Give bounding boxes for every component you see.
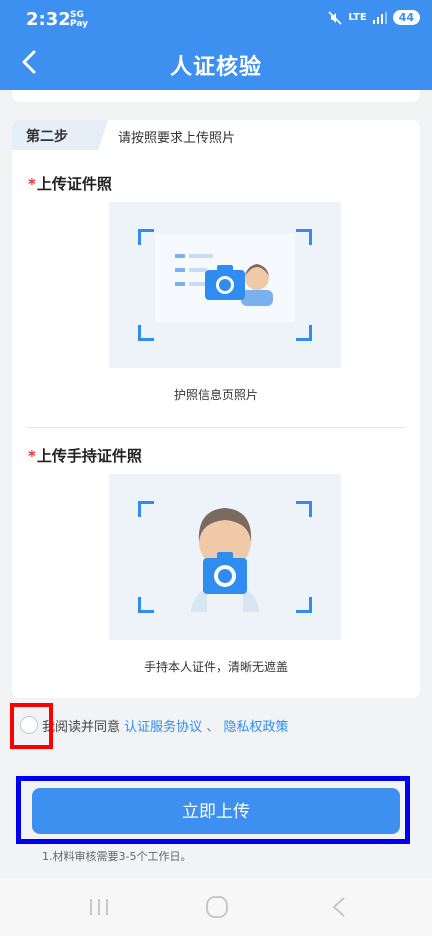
handheld-photo-upload[interactable] (109, 474, 341, 640)
lte-label: LTE (348, 12, 367, 23)
person-camera-illustration (191, 508, 259, 612)
required-mark: * (28, 447, 36, 465)
status-right: LTE 44 (328, 10, 420, 25)
highlight-red-box (10, 703, 53, 749)
frame-corner (296, 501, 312, 517)
battery-indicator: 44 (392, 10, 420, 25)
signal-icon (372, 11, 387, 24)
frame-corner (296, 597, 312, 613)
frame-corner (138, 325, 154, 341)
id-card-camera-illustration (155, 234, 295, 322)
id-photo-caption: 护照信息页照片 (173, 388, 258, 402)
handheld-photo-label-text: 上传手持证件照 (36, 447, 142, 465)
frame-corner (296, 229, 312, 245)
app-bar: 人证核验 (0, 36, 432, 90)
frame-corner (138, 597, 154, 613)
handheld-photo-label: *上传手持证件照 (28, 445, 142, 466)
status-badge-bottom: Pay (70, 19, 89, 29)
handheld-photo-caption: 手持本人证件，清晰无遮盖 (143, 660, 288, 674)
status-time: 2:32 (26, 9, 71, 30)
mute-icon (328, 10, 342, 25)
frame-corner (138, 229, 154, 245)
status-bar: 2:32 SG Pay LTE 44 (0, 0, 432, 36)
page-title: 人证核验 (169, 55, 262, 80)
agreement-separator: 、 (206, 720, 220, 735)
privacy-policy-link[interactable]: 隐私权政策 (223, 720, 288, 735)
service-agreement-link[interactable]: 认证服务协议 (124, 720, 202, 735)
status-network-badge: SG Pay (70, 11, 88, 29)
agreement-row: 我阅读并同意 认证服务协议 、 隐私权政策 (12, 708, 420, 742)
agreement-text: 我阅读并同意 认证服务协议 、 隐私权政策 (42, 716, 288, 735)
review-note: 1.材料审核需要3-5个工作日。 (42, 850, 192, 863)
system-nav-bar (0, 878, 432, 936)
frame-corner (296, 325, 312, 341)
back-nav-icon[interactable] (324, 896, 354, 918)
recent-apps-icon[interactable] (84, 896, 114, 918)
upload-card: 第二步 请按照要求上传照片 *上传证件照 护照信息页照片 *上传手持证件照 手持… (12, 120, 420, 698)
frame-corner (138, 501, 154, 517)
home-icon[interactable] (202, 896, 232, 918)
id-photo-label-text: 上传证件照 (36, 175, 112, 193)
id-photo-upload[interactable] (109, 202, 341, 368)
agreement-prefix: 我阅读并同意 (42, 720, 121, 735)
previous-card-bottom (12, 90, 420, 102)
id-photo-label: *上传证件照 (28, 173, 112, 194)
step-tag: 第二步 (12, 120, 108, 150)
required-mark: * (28, 175, 36, 193)
upload-now-button[interactable]: 立即上传 (32, 788, 400, 834)
divider (28, 427, 404, 428)
step-tag-label: 第二步 (26, 129, 68, 145)
step-description: 请按照要求上传照片 (118, 131, 236, 146)
